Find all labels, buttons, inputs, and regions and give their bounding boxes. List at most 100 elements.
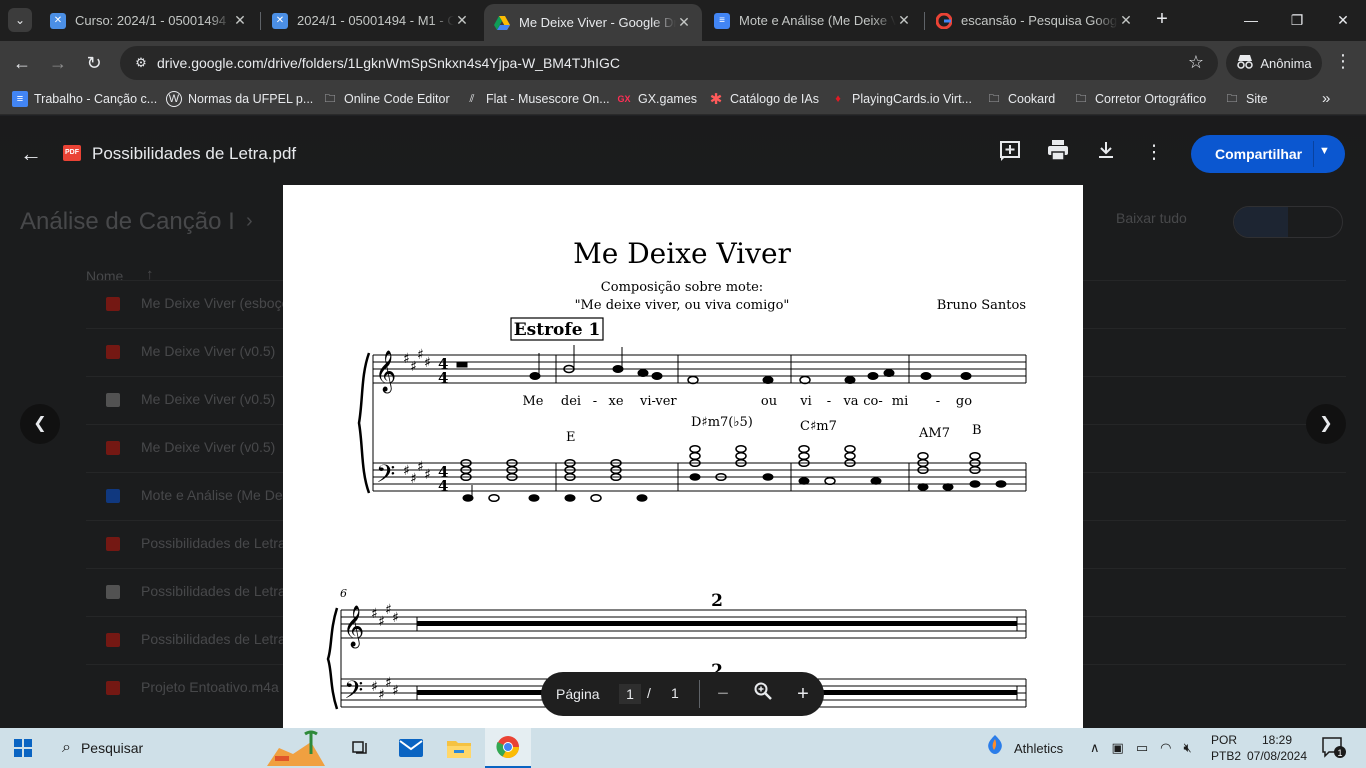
- svg-text:mi: mi: [892, 394, 909, 409]
- tab-mote[interactable]: ≡ Mote e Análise (Me Deixe Viver) ✕: [704, 0, 922, 41]
- close-tab-icon[interactable]: ✕: [454, 12, 470, 29]
- svg-text:♯: ♯: [385, 602, 392, 618]
- bass-clef: 𝄢: [376, 460, 395, 495]
- composer: Bruno Santos: [937, 298, 1026, 313]
- wifi-icon[interactable]: ◠: [1160, 740, 1171, 756]
- page-label: Página: [556, 686, 600, 702]
- svg-text:vi-: vi-: [639, 394, 656, 409]
- google-drive-icon: [494, 15, 510, 31]
- close-tab-icon[interactable]: ✕: [232, 12, 248, 29]
- svg-text:1: 1: [1337, 748, 1342, 758]
- pdf-icon: PDF: [63, 145, 81, 161]
- tab-drive[interactable]: Me Deixe Viver - Google Drive ✕: [484, 4, 702, 41]
- chord-symbols: E D♯m7(♭5) C♯m7 AM7 B: [566, 415, 982, 445]
- incognito-profile-button[interactable]: Anônima: [1226, 46, 1322, 80]
- reload-icon[interactable]: ↻: [80, 49, 108, 77]
- bookmark-item[interactable]: 🗀 Cookard: [986, 91, 1056, 107]
- share-button[interactable]: Compartilhar ▼: [1191, 135, 1345, 173]
- page-controls: Página 1 / 1 − +: [541, 672, 824, 716]
- file-explorer-icon[interactable]: [436, 728, 482, 768]
- chevron-up-icon[interactable]: ∧: [1090, 740, 1100, 756]
- google-icon: [936, 12, 952, 29]
- svg-text:♯: ♯: [378, 687, 385, 703]
- svg-text:♯: ♯: [410, 359, 417, 375]
- bookmark-item[interactable]: ✱ Catálogo de IAs: [708, 91, 819, 108]
- forward-icon[interactable]: →: [44, 49, 72, 77]
- bookmark-item[interactable]: ♦ PlayingCards.io Virt...: [830, 91, 972, 107]
- meet-icon[interactable]: ▣: [1112, 740, 1124, 756]
- time-signature: 44 44: [438, 355, 448, 495]
- zoom-reset-icon[interactable]: [749, 680, 777, 708]
- zoom-out-icon[interactable]: −: [709, 680, 737, 708]
- score-subtitle-line2: "Me deixe viver, ou viva comigo": [575, 298, 790, 313]
- svg-text:va: va: [842, 394, 858, 409]
- bookmarks-bar: ≡ Trabalho - Canção c... W Normas da UFPEL…: [0, 85, 1366, 115]
- back-icon[interactable]: ←: [8, 49, 36, 77]
- bookmark-item[interactable]: W Normas da UFPEL p...: [166, 91, 313, 107]
- new-tab-button[interactable]: +: [1150, 8, 1174, 32]
- volume-muted-icon[interactable]: 🔇︎: [1183, 740, 1191, 756]
- tab-search-button[interactable]: ⌄: [8, 8, 32, 32]
- clock[interactable]: 18:29 07/08/2024: [1244, 732, 1310, 764]
- windows-start-icon[interactable]: [14, 739, 32, 757]
- restore-icon[interactable]: ❐: [1274, 0, 1320, 41]
- tab-curso[interactable]: ✕ Curso: 2024/1 - 05001494 - M1 ✕: [40, 0, 258, 41]
- svg-text:C♯m7: C♯m7: [800, 419, 837, 434]
- page-number-input[interactable]: 1: [619, 684, 641, 704]
- add-comment-icon[interactable]: [997, 140, 1023, 166]
- svg-text:Me: Me: [522, 394, 543, 409]
- weather-widget[interactable]: Athletics: [984, 728, 1063, 768]
- tab-strip: ⌄ ✕ Curso: 2024/1 - 05001494 - M1 ✕ ✕ 20…: [0, 0, 1366, 41]
- notifications-icon[interactable]: 1: [1322, 728, 1346, 768]
- language-indicator[interactable]: POR PTB2: [1211, 732, 1241, 764]
- zoom-in-icon[interactable]: +: [789, 680, 817, 708]
- bookmark-item[interactable]: 🗀 Corretor Ortográfico: [1073, 91, 1207, 107]
- previous-file-button[interactable]: ❮: [20, 404, 60, 444]
- moodle-icon: ✕: [50, 12, 66, 29]
- tab-cifra[interactable]: ✕ 2024/1 - 05001494 - M1 - Cifr ✕: [262, 0, 480, 41]
- svg-text:♯: ♯: [424, 467, 431, 483]
- url-text[interactable]: drive.google.com/drive/folders/1LgknWmSp…: [157, 55, 620, 71]
- close-tab-icon[interactable]: ✕: [896, 12, 912, 29]
- site-info-icon[interactable]: ⚙: [132, 54, 150, 72]
- svg-text:E: E: [566, 430, 576, 445]
- svg-text:ou: ou: [761, 394, 777, 409]
- bookmark-item[interactable]: ⫽ Flat - Musescore On...: [464, 91, 610, 107]
- chrome-taskbar-icon[interactable]: [485, 728, 531, 768]
- task-view-icon[interactable]: [337, 728, 383, 768]
- tab-escansao[interactable]: escansão - Pesquisa Google ✕: [926, 0, 1144, 41]
- search-icon: ⌕: [62, 739, 71, 756]
- system-tray: ∧ ▣ ▭ ◠ 🔇︎: [1090, 728, 1192, 768]
- bookmark-item[interactable]: GX GX.games: [616, 91, 697, 107]
- browser-toolbar: ← → ↻ ⚙ drive.google.com/drive/folders/1…: [0, 41, 1366, 85]
- address-bar[interactable]: ⚙ drive.google.com/drive/folders/1LgknWm…: [120, 46, 1218, 80]
- close-tab-icon[interactable]: ✕: [1118, 12, 1134, 29]
- close-tab-icon[interactable]: ✕: [676, 14, 692, 31]
- share-dropdown-icon[interactable]: ▼: [1319, 145, 1330, 157]
- folder-icon: 🗀: [1226, 92, 1238, 105]
- bookmark-item[interactable]: 🗀 Site: [1224, 91, 1268, 107]
- key-signature: ♯ ♯♯ ♯ ♯ ♯♯ ♯: [403, 347, 431, 487]
- close-window-icon[interactable]: ✕: [1320, 0, 1366, 41]
- bookmark-item[interactable]: ≡ Trabalho - Canção c...: [12, 91, 157, 107]
- more-actions-icon[interactable]: ⋮: [1141, 140, 1167, 166]
- pdf-page: Me Deixe Viver Composição sobre mote: "M…: [283, 185, 1083, 728]
- print-icon[interactable]: [1045, 140, 1071, 166]
- bookmark-item[interactable]: 🗀 Online Code Editor: [322, 91, 450, 107]
- svg-text:-: -: [593, 394, 597, 409]
- back-arrow-icon[interactable]: ←: [20, 141, 42, 167]
- mail-icon[interactable]: [388, 728, 434, 768]
- chrome-menu-icon[interactable]: ⋮: [1334, 51, 1352, 72]
- asterisk-icon: ✱: [709, 91, 723, 108]
- minimize-icon[interactable]: —: [1228, 0, 1274, 41]
- next-file-button[interactable]: ❯: [1306, 404, 1346, 444]
- athletics-icon: [984, 734, 1006, 762]
- download-icon[interactable]: [1093, 140, 1119, 166]
- lyrics: Me dei - xe vi- ver ou vi - va co- mi - …: [522, 394, 972, 409]
- music-score: Me Deixe Viver Composição sobre mote: "M…: [326, 237, 1027, 711]
- more-bookmarks-icon[interactable]: »: [1322, 90, 1330, 107]
- bookmark-star-icon[interactable]: ☆: [1188, 52, 1204, 73]
- battery-icon[interactable]: ▭: [1136, 740, 1148, 756]
- rehearsal-mark: Estrofe 1: [514, 320, 601, 340]
- search-highlight-image[interactable]: [258, 728, 334, 768]
